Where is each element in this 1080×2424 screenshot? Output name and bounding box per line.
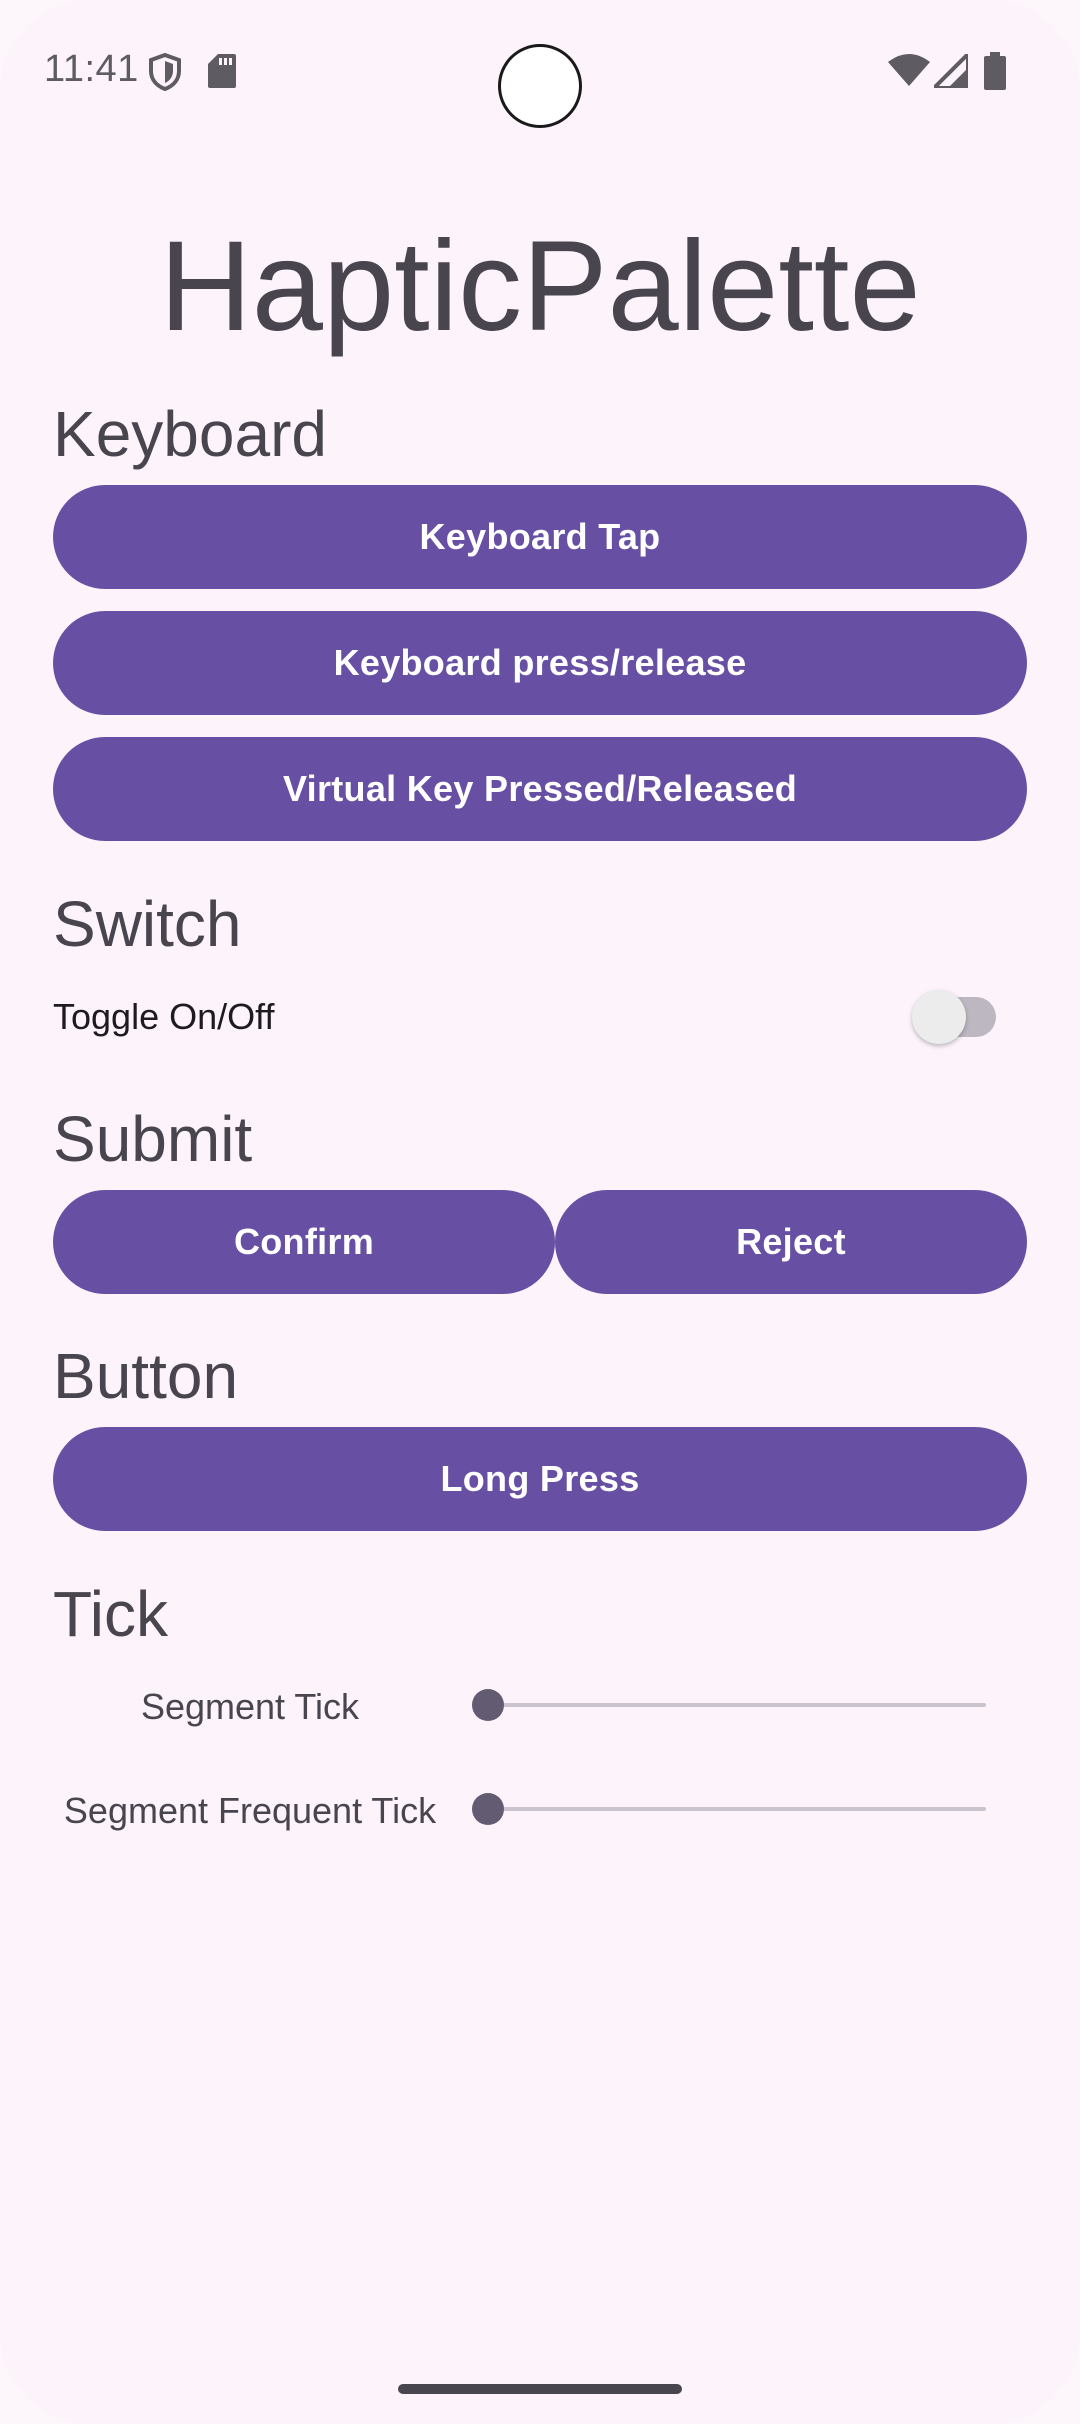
slider-track (490, 1703, 986, 1707)
shield-icon (149, 53, 181, 91)
status-time: 11:41 (44, 48, 139, 90)
keyboard-heading: Keyboard (53, 398, 327, 470)
virtual-key-button[interactable]: Virtual Key Pressed/Released (53, 737, 1027, 841)
segment-tick-slider[interactable] (472, 1685, 986, 1725)
confirm-button[interactable]: Confirm (53, 1190, 555, 1294)
camera-cutout (498, 44, 582, 128)
tick-heading: Tick (53, 1578, 168, 1650)
cell-signal-icon (934, 54, 968, 88)
keyboard-tap-button[interactable]: Keyboard Tap (53, 485, 1027, 589)
switch-heading: Switch (53, 888, 242, 960)
app-screen: 11:41 HapticPalette Keyboard Keyboard Ta… (0, 0, 1080, 2424)
battery-icon (984, 52, 1006, 90)
status-bar: 11:41 (0, 0, 1080, 140)
app-title: HapticPalette (159, 215, 921, 358)
button-heading: Button (53, 1340, 239, 1412)
toggle-switch[interactable] (912, 990, 998, 1044)
slider-thumb[interactable] (472, 1689, 504, 1721)
wifi-icon (888, 54, 930, 86)
keyboard-press-release-button[interactable]: Keyboard press/release (53, 611, 1027, 715)
segment-tick-label: Segment Tick (140, 1686, 360, 1727)
submit-heading: Submit (53, 1103, 253, 1175)
long-press-button[interactable]: Long Press (53, 1427, 1027, 1531)
slider-track (490, 1807, 986, 1811)
gesture-bar[interactable] (398, 2384, 682, 2394)
reject-button[interactable]: Reject (555, 1190, 1027, 1294)
slider-thumb[interactable] (472, 1793, 504, 1825)
segment-frequent-tick-label: Segment Frequent Tick (63, 1790, 437, 1831)
toggle-label: Toggle On/Off (53, 996, 275, 1037)
toggle-thumb (912, 990, 966, 1044)
segment-frequent-tick-slider[interactable] (472, 1789, 986, 1829)
sd-card-icon (208, 54, 236, 88)
